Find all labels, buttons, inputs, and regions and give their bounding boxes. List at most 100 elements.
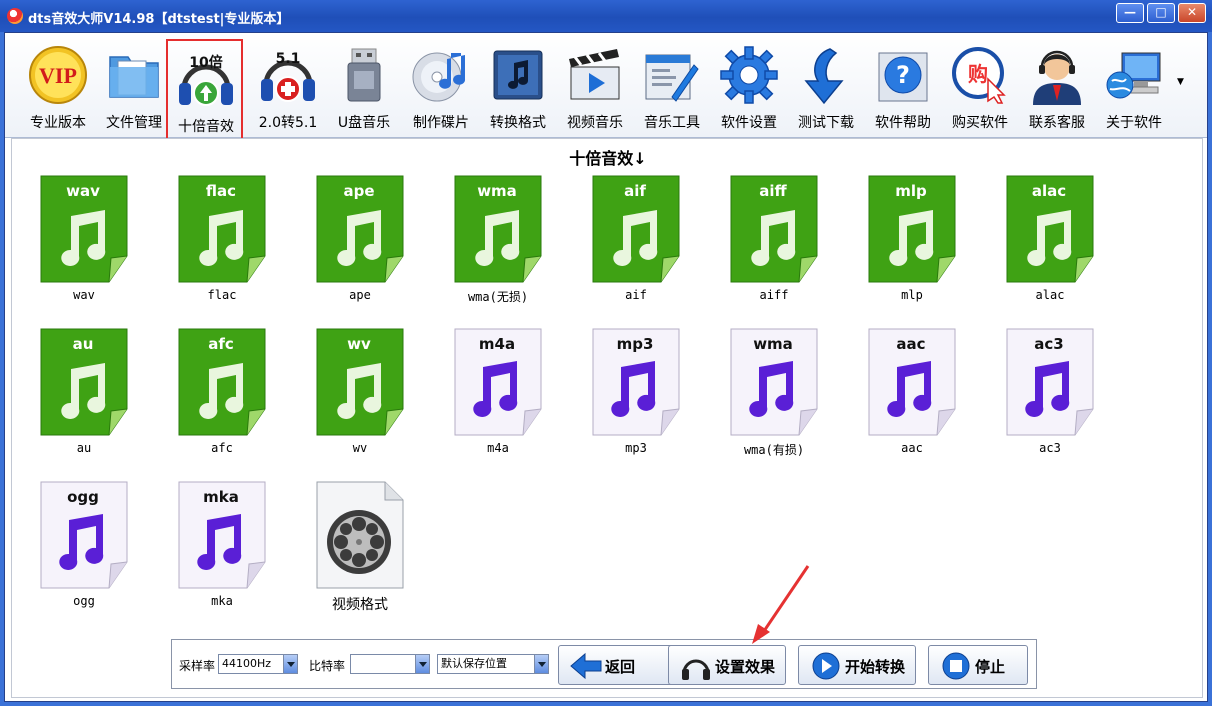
bottom-controls: 采样率 44100Hz 比特率 默认保存位置 返回 设置效果 开始转换 停止 [171, 639, 1037, 689]
toolbar-label: 软件设置 [721, 115, 777, 131]
lossy-audio-file-icon: ogg [40, 481, 128, 589]
toolbar-label: 关于软件 [1106, 115, 1162, 131]
format-item[interactable]: wma wma(无损) [443, 174, 553, 314]
stop-button[interactable]: 停止 [928, 645, 1028, 685]
lossy-audio-file-icon: aac [868, 328, 956, 436]
video-clapper-icon [569, 49, 620, 100]
chevron-down-icon[interactable] [283, 655, 297, 673]
svg-text:afc: afc [208, 335, 234, 353]
toolbar-item-settings[interactable]: 软件设置 [711, 37, 787, 137]
lossy-audio-file-icon: ac3 [1006, 328, 1094, 436]
lossy-audio-file-icon: mka [178, 481, 266, 589]
format-caption: alac [1035, 288, 1065, 302]
bitrate-select[interactable] [350, 654, 430, 674]
help-icon: ? [878, 52, 928, 102]
gear-icon [720, 46, 778, 104]
format-item[interactable]: wv wv [305, 327, 415, 467]
svg-text:mlp: mlp [895, 182, 927, 200]
lossy-audio-file-icon: m4a [454, 328, 542, 436]
lossless-audio-file-icon: wv [316, 328, 404, 436]
lossless-audio-file-icon: wma [454, 175, 542, 283]
toolbar-item-test-download[interactable]: 测试下载 [788, 37, 864, 137]
svg-text:flac: flac [206, 182, 236, 200]
toolbar-item-make-disc[interactable]: 制作碟片 [403, 37, 479, 137]
toolbar-label: 转换格式 [490, 115, 546, 131]
headphones-10x-icon: 10倍 [179, 54, 233, 106]
close-button[interactable]: ✕ [1178, 3, 1206, 23]
toolbar-label: 十倍音效 [178, 119, 234, 135]
format-item[interactable]: afc afc [167, 327, 277, 467]
format-item[interactable]: ogg ogg [29, 480, 139, 620]
lossless-audio-file-icon: wav [40, 175, 128, 283]
tools-icon [645, 54, 699, 102]
format-caption: mka [211, 594, 233, 608]
chevron-down-icon[interactable] [534, 655, 548, 673]
main-window: VIP 专业版本 文件管理 10倍 十倍音效 5.1 2.0转5.1 U盘音乐 … [4, 32, 1208, 702]
settings-effect-button-label: 设置效果 [715, 658, 776, 676]
stop-button-label: 停止 [975, 658, 1006, 676]
format-caption: flac [207, 288, 237, 302]
format-item[interactable]: ape ape [305, 174, 415, 314]
format-item[interactable]: wav wav [29, 174, 139, 314]
sample-rate-value: 44100Hz [222, 657, 272, 670]
toolbar-label: 2.0转5.1 [258, 115, 318, 131]
toolbar-item-2-to-51[interactable]: 5.1 2.0转5.1 [250, 37, 326, 137]
format-item[interactable]: ac3 ac3 [995, 327, 1105, 467]
stop-icon [942, 652, 970, 680]
sample-rate-label: 采样率 [179, 659, 216, 673]
format-item[interactable]: mp3 mp3 [581, 327, 691, 467]
format-item[interactable]: aac aac [857, 327, 967, 467]
format-caption: au [76, 441, 92, 455]
format-item[interactable]: m4a m4a [443, 327, 553, 467]
format-item[interactable]: wma wma(有损) [719, 327, 829, 467]
format-caption: mp3 [625, 441, 647, 455]
format-item[interactable]: 视频格式 [305, 480, 415, 620]
lossless-audio-file-icon: aif [592, 175, 680, 283]
format-caption: aif [625, 288, 647, 302]
title-bar: dts音效大师V14.98【dtstest|专业版本】 — □ ✕ [0, 0, 1212, 32]
headphones-icon [682, 659, 710, 680]
format-item[interactable]: alac alac [995, 174, 1105, 314]
minimize-button[interactable]: — [1116, 3, 1144, 23]
toolbar-item-music-tools[interactable]: 音乐工具 [634, 37, 710, 137]
toolbar-item-video-music[interactable]: 视频音乐 [557, 37, 633, 137]
toolbar-item-contact-support[interactable]: 联系客服 [1019, 37, 1095, 137]
toolbar-label: U盘音乐 [337, 115, 391, 131]
toolbar-label: 联系客服 [1029, 115, 1085, 131]
back-button[interactable]: 返回 [558, 645, 676, 685]
computer-globe-icon [1106, 52, 1161, 99]
svg-text:?: ? [896, 61, 910, 89]
toolbar-item-usb-music[interactable]: U盘音乐 [326, 37, 402, 137]
settings-effect-button[interactable]: 设置效果 [668, 645, 786, 685]
format-caption: m4a [487, 441, 509, 455]
format-item[interactable]: aiff aiff [719, 174, 829, 314]
format-caption: wv [352, 441, 368, 455]
start-convert-button[interactable]: 开始转换 [798, 645, 916, 685]
arrow-left-icon [570, 652, 602, 680]
toolbar-label: 专业版本 [30, 115, 86, 131]
lossless-audio-file-icon: afc [178, 328, 266, 436]
svg-text:aac: aac [896, 335, 925, 353]
toolbar-item-10x-effect[interactable]: 10倍 十倍音效 [166, 39, 243, 143]
lossless-audio-file-icon: mlp [868, 175, 956, 283]
toolbar-item-about[interactable]: 关于软件 [1096, 37, 1172, 137]
toolbar-overflow-arrow-icon[interactable]: ▼ [1177, 77, 1184, 87]
chevron-down-icon[interactable] [415, 655, 429, 673]
toolbar-item-buy[interactable]: 购 购买软件 [942, 37, 1018, 137]
format-item[interactable]: mka mka [167, 480, 277, 620]
svg-text:wav: wav [66, 182, 100, 200]
toolbar-item-convert-format[interactable]: 转换格式 [480, 37, 556, 137]
save-location-select[interactable]: 默认保存位置 [437, 654, 549, 674]
maximize-button[interactable]: □ [1147, 3, 1175, 23]
toolbar-item-help[interactable]: ? 软件帮助 [865, 37, 941, 137]
back-button-label: 返回 [605, 658, 636, 676]
format-item[interactable]: flac flac [167, 174, 277, 314]
svg-text:au: au [73, 335, 94, 353]
format-item[interactable]: mlp mlp [857, 174, 967, 314]
toolbar-item-file-manager[interactable]: 文件管理 [96, 37, 172, 137]
sample-rate-select[interactable]: 44100Hz [218, 654, 298, 674]
svg-text:ac3: ac3 [1034, 335, 1063, 353]
toolbar-item-vip[interactable]: VIP 专业版本 [20, 37, 96, 137]
format-item[interactable]: aif aif [581, 174, 691, 314]
format-item[interactable]: au au [29, 327, 139, 467]
